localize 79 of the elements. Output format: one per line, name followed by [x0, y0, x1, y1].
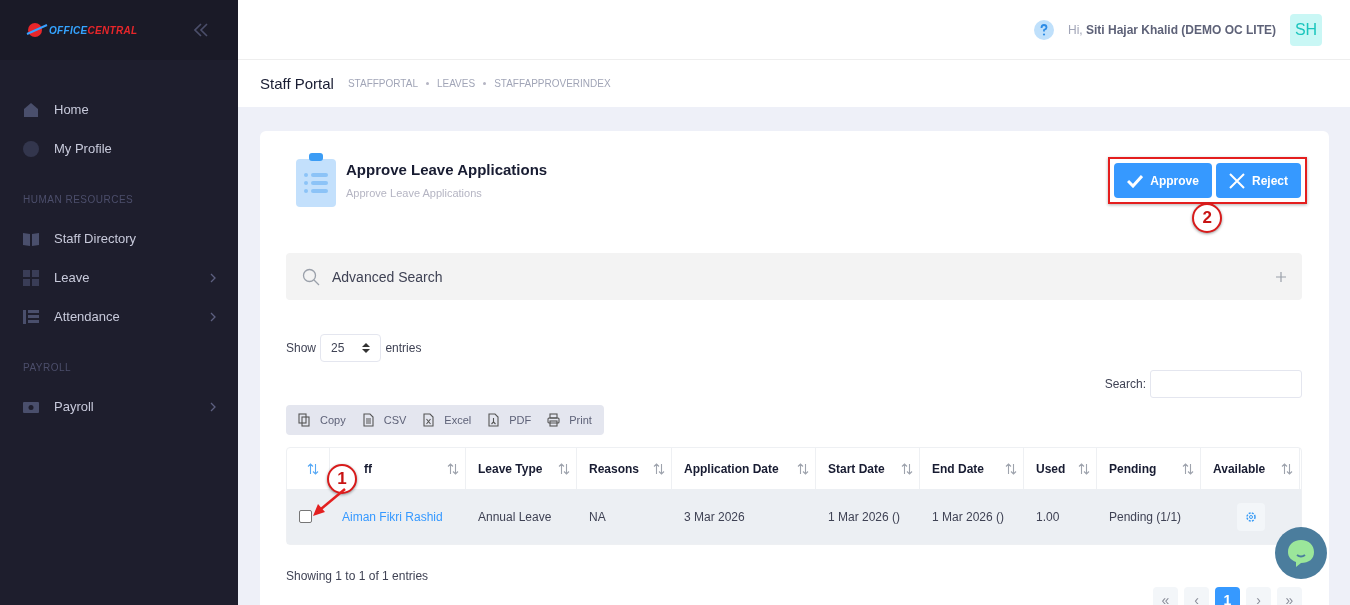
- length-label: Show: [286, 341, 317, 355]
- sort-icon[interactable]: [447, 462, 459, 475]
- collapse-icon[interactable]: [194, 23, 208, 37]
- nav-item[interactable]: Leave: [0, 258, 238, 297]
- chevron-icon: [210, 272, 216, 283]
- chevron-icon: [210, 401, 216, 412]
- chevron-icon: [210, 311, 216, 322]
- copy-icon: [298, 413, 311, 427]
- table-cell: 3 Mar 2026: [684, 509, 745, 524]
- csv-button[interactable]: CSV: [353, 405, 415, 435]
- sort-icon[interactable]: [653, 462, 665, 475]
- excel-button[interactable]: Excel: [414, 405, 480, 435]
- search-field[interactable]: [1150, 370, 1302, 398]
- sort-icon[interactable]: [1281, 462, 1293, 475]
- plus-icon[interactable]: [1276, 271, 1286, 282]
- annotation-marker: 2: [1192, 203, 1223, 233]
- csv-icon: [361, 413, 375, 427]
- row-checkbox[interactable]: [299, 510, 312, 523]
- sort-icon[interactable]: [307, 462, 319, 475]
- sort-icon[interactable]: [558, 462, 570, 475]
- gear-icon: [1244, 510, 1257, 523]
- table-cell: NA: [589, 509, 606, 524]
- clipboard-icon: [296, 153, 336, 207]
- grid-icon: [23, 269, 39, 286]
- logo[interactable]: OFFICECENTRAL: [26, 22, 138, 38]
- sort-icon[interactable]: [1182, 462, 1194, 475]
- advanced-search-panel[interactable]: Advanced Search: [286, 253, 1302, 300]
- table-info: Showing 1 to 1 of 1 entries: [286, 569, 430, 583]
- home-icon: [23, 101, 39, 118]
- column-header[interactable]: Available: [1213, 461, 1266, 476]
- column-header[interactable]: Used: [1036, 461, 1066, 476]
- section-heading: HUMAN RESOURCES: [22, 193, 135, 207]
- search-label: Search:: [1104, 377, 1146, 391]
- card-subtitle: Approve Leave Applications: [346, 187, 483, 199]
- column-header[interactable]: End Date: [932, 461, 984, 476]
- table-cell: Annual Leave: [478, 509, 552, 524]
- table-cell: 1 Mar 2026 (): [932, 509, 1005, 524]
- nav-item[interactable]: My Profile: [0, 129, 238, 168]
- copy-button[interactable]: Copy: [290, 405, 354, 435]
- nav-item[interactable]: Home: [0, 90, 238, 129]
- page-title: Staff Portal: [260, 75, 334, 92]
- user-greeting: Hi, Siti Hajar Khalid (DEMO OC LITE): [1067, 22, 1276, 37]
- length-label: entries: [385, 341, 422, 355]
- help-icon[interactable]: [1033, 19, 1054, 40]
- table-cell: 1 Mar 2026 (): [828, 509, 901, 524]
- print-button[interactable]: Print: [539, 405, 600, 435]
- sort-icon[interactable]: [1005, 462, 1017, 475]
- column-header[interactable]: Start Date: [828, 461, 885, 476]
- sort-caret-icon: [362, 343, 371, 353]
- sort-icon[interactable]: [901, 462, 913, 475]
- list-icon: [23, 308, 39, 325]
- search-icon: [302, 267, 320, 286]
- excel-icon: [422, 413, 436, 427]
- annotation-marker: 1: [327, 464, 357, 494]
- pdf-icon: [487, 413, 501, 427]
- nav-item[interactable]: Payroll: [0, 387, 238, 426]
- page-button[interactable]: «: [1153, 587, 1178, 605]
- person-icon: [23, 140, 39, 157]
- table-cell: 1.00: [1036, 509, 1060, 524]
- page-size-select[interactable]: 25: [320, 334, 382, 362]
- sort-icon[interactable]: [1078, 462, 1090, 475]
- column-header[interactable]: Reasons: [589, 461, 640, 476]
- column-header[interactable]: ff: [364, 461, 372, 476]
- book-icon: [23, 230, 39, 247]
- section-heading: PAYROLL: [22, 361, 73, 375]
- card-title: Approve Leave Applications: [346, 161, 549, 178]
- column-header[interactable]: Leave Type: [478, 461, 543, 476]
- print-icon: [547, 413, 561, 427]
- column-header[interactable]: Application Date: [684, 461, 779, 476]
- close-icon: [1228, 172, 1245, 189]
- sort-icon[interactable]: [797, 462, 809, 475]
- column-header[interactable]: Pending: [1109, 461, 1157, 476]
- check-icon: [1127, 173, 1144, 188]
- settings-button[interactable]: [1236, 502, 1265, 531]
- table-cell: Pending (1/1): [1109, 509, 1182, 524]
- nav-item[interactable]: Staff Directory: [0, 219, 238, 258]
- chat-icon: [1286, 538, 1316, 568]
- pdf-button[interactable]: PDF: [479, 405, 540, 435]
- nav-item[interactable]: Attendance: [0, 297, 238, 336]
